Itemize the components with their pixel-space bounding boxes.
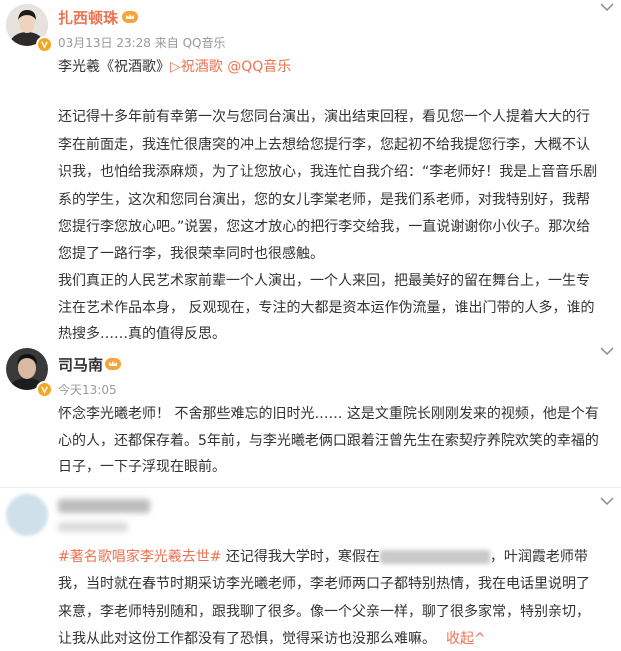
post-meta-redacted — [58, 522, 128, 532]
post-text-line: 李在前面走，我连忙很唐突的冲上去想给您提行李，您起初不给我提您行李，大概不认 — [58, 137, 590, 153]
post-text-line: 您提了一路行李，我很荣幸同时也很感触。 — [58, 246, 324, 262]
post-text-line: 日子，一下子浮现在眼前。 — [58, 459, 226, 475]
song-share: 李光羲《祝酒歌》▷祝酒歌 @QQ音乐 — [58, 55, 291, 79]
collapse-link[interactable]: 收起^ — [446, 631, 486, 647]
post-text-line: 心的人，还都保存着。5年前，与李光曦老俩口跟着汪曾先生在索契疗养院欢笑的幸福的 — [58, 433, 599, 449]
post-text-line: 还记得十多年前有幸第一次与您同台演出，演出结束回程，看见您一个人提着大大的行 — [58, 109, 590, 125]
post-text-line: 系的学生，这次和您同台演出，您的女儿李棠老师，是我们系老师，对我特别好，我帮 — [58, 192, 590, 208]
post-text-line: 怀念李光曦老师！ 不舍那些难忘的旧时光…… 这是文重院长刚刚发来的视频，他是个有 — [58, 406, 599, 422]
post-text-line: 识我，也怕给我添麻烦，为了让您放心，我连忙自我介绍：“李老师好！我是上音音乐剧 — [58, 164, 598, 180]
post-text-fragment: 让我从此对这份工作都没有了恐惧，觉得采访也没那么难嘛。 — [58, 631, 436, 647]
author-name[interactable]: 司马南 — [58, 354, 103, 375]
song-title: 李光羲《祝酒歌》 — [58, 59, 170, 75]
avatar[interactable] — [6, 494, 48, 536]
post-text-line: 热搜多……真的值得反思。 — [58, 326, 226, 342]
post-text-fragment: 还记得我大学时，寒假在 — [221, 549, 380, 565]
post-text-line: 让我从此对这份工作都没有了恐惧，觉得采访也没那么难嘛。 收起^ — [58, 627, 486, 651]
hashtag-link[interactable]: #著名歌唱家李光羲去世# — [58, 549, 221, 565]
post-text-line: #著名歌唱家李光羲去世# 还记得我大学时，寒假在 ，叶润霞老师带 — [58, 545, 588, 569]
song-link[interactable]: ▷祝酒歌 @QQ音乐 — [170, 59, 291, 75]
chevron-down-icon[interactable] — [600, 496, 614, 506]
post-text-line: 我们真正的人民艺术家前辈一个人演出，一个人来回，把最美好的留在舞台上，一生专 — [58, 273, 590, 289]
redacted-text — [379, 550, 490, 564]
post-text-line: 注在艺术作品本身， 反观现在，专注的大都是资本运作伪流量，谁出门带的人多，谁的 — [58, 300, 595, 316]
post-meta: 今天13:05 — [58, 383, 117, 397]
member-crown-icon — [105, 358, 121, 370]
post-text-line: 我，当时就在春节时期采访李光曦老师，李老师两口子都特别热情，我在电话里说明了 — [58, 576, 590, 592]
post-text-fragment: ，叶润霞老师带 — [489, 549, 588, 565]
chevron-down-icon[interactable] — [600, 2, 614, 12]
post-text-line: 来意，李老师特别随和，跟我聊了很多。像一个父亲一样，聊了很多家常，特别亲切， — [58, 604, 590, 620]
author-name[interactable]: 扎西顿珠 — [58, 7, 118, 28]
verified-badge-icon — [36, 381, 53, 398]
author-name-redacted — [58, 499, 150, 513]
verified-badge-icon — [36, 36, 53, 53]
post-text-line: 您提行李您放心吧。”说罢，您这才放心的把行李交给我，一直说谢谢你小伙子。那次给 — [58, 219, 591, 235]
member-crown-icon — [122, 11, 138, 23]
divider — [0, 487, 621, 488]
post-meta: 03月13日 23:28 来自 QQ音乐 — [58, 36, 226, 50]
chevron-down-icon[interactable] — [600, 346, 614, 356]
